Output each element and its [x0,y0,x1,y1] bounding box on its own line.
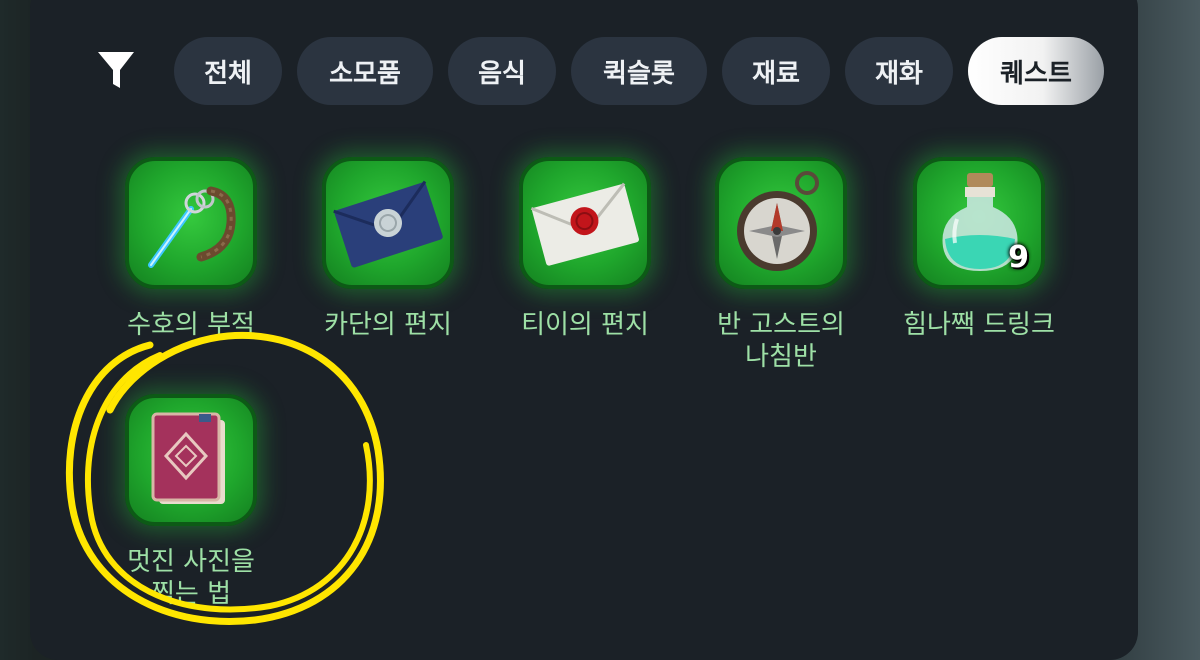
item-slot[interactable]: 티이의 편지 [485,157,685,341]
tab-quickslot[interactable]: 퀵슬롯 [571,37,707,105]
item-slot[interactable]: 반 고스트의 나침반 [681,157,881,373]
blue-letter-icon [333,180,443,268]
item-name: 반 고스트의 나침반 [717,310,845,372]
tab-quest[interactable]: 퀘스트 [968,37,1104,105]
item-icon-frame [519,157,651,289]
item-icon-frame [322,157,454,289]
book-icon [151,412,225,504]
item-icon-frame: 9 [913,157,1045,289]
item-slot[interactable]: 멋진 사진을 찍는 법 [91,394,291,610]
tab-label: 전체 [204,58,252,89]
item-name: 티이의 편지 [521,310,649,340]
tab-label: 퀵슬롯 [603,58,675,89]
item-icon-frame [715,157,847,289]
item-name: 수호의 부적 [127,310,255,340]
category-tabs: 전체 소모품 음식 퀵슬롯 재료 재화 퀘스트 [174,37,1104,105]
tab-label: 음식 [478,58,526,89]
item-slot[interactable]: 9 힘나짹 드링크 [879,157,1079,341]
item-name: 멋진 사진을 찍는 법 [127,547,255,609]
item-icon-frame [125,394,257,526]
tab-label: 퀘스트 [1000,58,1072,89]
compass-icon [737,171,819,271]
item-count-badge: 9 [1008,240,1029,275]
tab-label: 소모품 [329,58,401,89]
item-slot[interactable]: 수호의 부적 [91,157,291,341]
tab-label: 재료 [752,58,800,89]
tab-currency[interactable]: 재화 [845,37,953,105]
item-slot[interactable]: 카단의 편지 [288,157,488,341]
tab-materials[interactable]: 재료 [722,37,830,105]
item-icon-frame [125,157,257,289]
item-name: 힘나짹 드링크 [903,310,1055,340]
tab-food[interactable]: 음식 [448,37,556,105]
white-letter-icon [530,182,639,266]
tab-label: 재화 [875,58,923,89]
tab-all[interactable]: 전체 [174,37,282,105]
tab-consumables[interactable]: 소모품 [297,37,433,105]
filter-icon[interactable] [96,48,136,92]
amulet-icon [148,186,236,268]
item-name: 카단의 편지 [324,310,452,340]
